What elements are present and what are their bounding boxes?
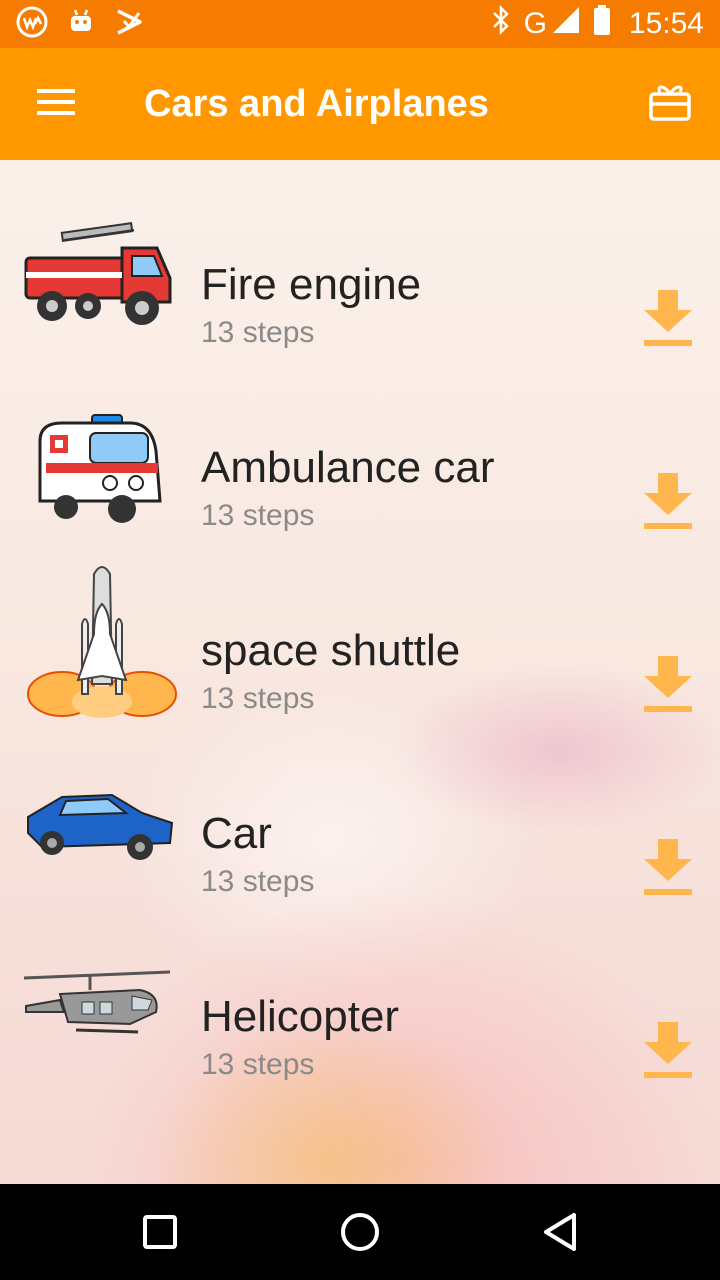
home-icon (341, 1213, 379, 1251)
fire-engine-image (22, 218, 178, 378)
gift-button[interactable] (620, 48, 720, 160)
back-icon (544, 1213, 576, 1251)
item-title: Car (201, 809, 272, 858)
download-icon (644, 1022, 692, 1078)
back-button[interactable] (520, 1192, 600, 1272)
android-icon (66, 7, 96, 42)
wm-app-icon (16, 6, 48, 43)
download-button[interactable] (636, 286, 700, 350)
recents-icon (143, 1215, 177, 1249)
download-icon (644, 290, 692, 346)
download-icon (644, 656, 692, 712)
download-button[interactable] (636, 652, 700, 716)
page-title: Cars and Airplanes (144, 82, 489, 125)
item-title: space shuttle (201, 626, 461, 675)
network-type: G (523, 7, 547, 40)
menu-button[interactable] (0, 48, 112, 160)
list-item[interactable]: Ambulance car 13 steps (0, 391, 720, 574)
status-bar: G 15:54 (0, 0, 720, 48)
item-steps: 13 steps (201, 865, 315, 898)
play-store-icon (114, 7, 144, 42)
list-item[interactable]: Helicopter 13 steps (0, 940, 720, 1123)
navigation-bar (0, 1184, 720, 1280)
ambulance-image (22, 401, 178, 561)
item-steps: 13 steps (201, 316, 315, 349)
list-item[interactable]: Fire engine 13 steps (0, 208, 720, 391)
item-steps: 13 steps (201, 499, 315, 532)
system-status-icons: G 15:54 (490, 4, 704, 44)
item-title: Helicopter (201, 992, 400, 1041)
app-bar: Cars and Airplanes (0, 48, 720, 160)
download-icon (644, 839, 692, 895)
space-shuttle-image (22, 564, 178, 724)
list-item[interactable]: space shuttle 13 steps (0, 566, 720, 757)
recents-button[interactable] (120, 1192, 200, 1272)
home-button[interactable] (320, 1192, 400, 1272)
download-button[interactable] (636, 469, 700, 533)
notification-icons (16, 6, 144, 43)
clock: 15:54 (628, 7, 704, 40)
list-item[interactable]: Car 13 steps (0, 757, 720, 940)
bluetooth-icon (490, 4, 512, 43)
battery-icon (593, 4, 611, 44)
gift-icon (648, 82, 692, 127)
download-icon (644, 473, 692, 529)
craft-list: Fire engine 13 steps Ambulance car 13 st… (0, 160, 720, 1184)
helicopter-image (20, 950, 176, 1110)
signal-icon (551, 5, 581, 43)
hamburger-menu-icon (36, 87, 76, 122)
download-button[interactable] (636, 835, 700, 899)
car-image (22, 767, 178, 927)
item-title: Ambulance car (201, 443, 495, 492)
item-steps: 13 steps (201, 682, 315, 715)
item-title: Fire engine (201, 260, 422, 309)
item-steps: 13 steps (201, 1048, 315, 1081)
download-button[interactable] (636, 1018, 700, 1082)
